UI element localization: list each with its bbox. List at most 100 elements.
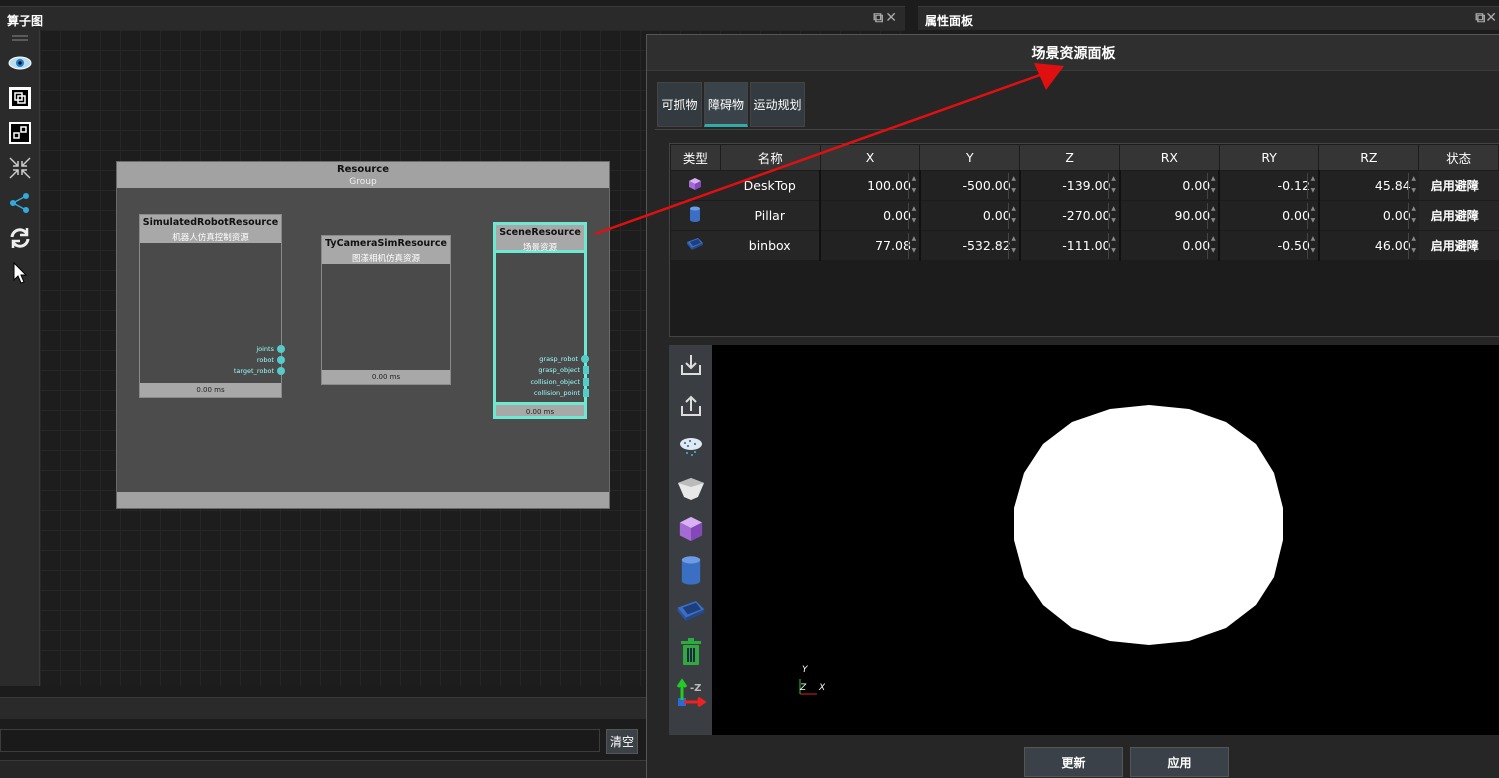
- dock-title-text: 算子图: [7, 14, 44, 28]
- graph-toolbar: [0, 30, 40, 686]
- cell-ry[interactable]: -0.50 ▲ ▼: [1218, 230, 1319, 261]
- axis-view-icon[interactable]: -Z: [676, 678, 706, 709]
- export-icon[interactable]: [676, 391, 706, 421]
- cell-x[interactable]: 77.08 ▲ ▼: [819, 230, 920, 261]
- apply-button[interactable]: 应用: [1130, 747, 1229, 777]
- port-grasp-robot[interactable]: grasp_robot: [539, 355, 589, 363]
- tab-content-border: [655, 129, 1499, 139]
- tab-obstacles[interactable]: 障碍物: [704, 82, 748, 127]
- grip-icon: [7, 32, 33, 44]
- port-grasp-object[interactable]: grasp_object: [538, 366, 589, 374]
- point-cloud-icon[interactable]: [676, 432, 706, 462]
- node-title: TyCameraSimResource: [325, 238, 447, 249]
- add-cube-icon[interactable]: [676, 514, 706, 544]
- cell-ry[interactable]: -0.12 ▲ ▼: [1218, 170, 1319, 201]
- cell-rz[interactable]: 45.84 ▲ ▼: [1317, 170, 1419, 201]
- port-robot[interactable]: robot: [257, 356, 285, 364]
- add-cylinder-icon[interactable]: [676, 555, 706, 585]
- group-header[interactable]: Resource Group: [117, 162, 609, 188]
- scene-resource-panel: 场景资源面板 可抓物 障碍物 运动规划 类型 名称 X Y Z RX RY RZ…: [646, 34, 1499, 778]
- node-timing: 0.00 ms: [322, 370, 450, 384]
- cell-z[interactable]: -111.00 ▲ ▼: [1018, 230, 1120, 261]
- cell-x[interactable]: 100.00 ▲ ▼: [819, 170, 920, 201]
- table-row[interactable]: Pillar 0.00 ▲ ▼ 0.00 ▲ ▼ -270.00 ▲ ▼ 90.00 ▲ ▼ 0…: [670, 200, 1499, 231]
- col-ry[interactable]: RY: [1218, 144, 1320, 171]
- eye-icon[interactable]: [7, 50, 33, 76]
- cell-y[interactable]: -532.82 ▲ ▼: [918, 230, 1020, 261]
- ungroup-icon[interactable]: [7, 120, 33, 146]
- axis-y-label: Y: [802, 665, 808, 675]
- col-status[interactable]: 状态: [1418, 144, 1499, 171]
- cell-ry[interactable]: 0.00 ▲ ▼: [1218, 200, 1319, 231]
- cell-status[interactable]: 启用避障: [1418, 230, 1499, 261]
- cell-name[interactable]: binbox: [720, 230, 821, 261]
- tycamera-sim-node[interactable]: TyCameraSimResource 图漾相机仿真资源 0.00 ms: [321, 235, 451, 385]
- port-joints[interactable]: joints: [256, 345, 285, 353]
- cell-z[interactable]: -139.00 ▲ ▼: [1018, 170, 1120, 201]
- cell-status[interactable]: 启用避障: [1418, 170, 1499, 201]
- col-x[interactable]: X: [819, 144, 921, 171]
- update-button[interactable]: 更新: [1024, 747, 1123, 777]
- float-icon[interactable]: ⧉: [1475, 10, 1485, 26]
- col-type[interactable]: 类型: [670, 144, 721, 171]
- cell-rz[interactable]: 46.00 ▲ ▼: [1317, 230, 1419, 261]
- node-subtitle: 机器人仿真控制资源: [172, 233, 249, 243]
- obstacle-table: 类型 名称 X Y Z RX RY RZ 状态 DeskTop 100.00 ▲ ▼…: [669, 143, 1499, 337]
- table-row[interactable]: binbox 77.08 ▲ ▼ -532.82 ▲ ▼ -111.00 ▲ ▼ 0.00 ▲…: [670, 230, 1499, 261]
- collapse-icon[interactable]: [7, 155, 33, 181]
- simulated-robot-node[interactable]: SimulatedRobotResource 机器人仿真控制资源 joints r…: [139, 214, 285, 398]
- port-target-robot[interactable]: target_robot: [234, 367, 285, 375]
- cube-icon: [670, 170, 721, 201]
- node-title: SceneResource: [499, 227, 581, 238]
- cell-rx[interactable]: 90.00 ▲ ▼: [1118, 200, 1220, 231]
- table-row[interactable]: DeskTop 100.00 ▲ ▼ -500.00 ▲ ▼ -139.00 ▲ ▼ 0.0…: [670, 170, 1499, 201]
- add-bin-icon[interactable]: [676, 596, 706, 626]
- cell-status[interactable]: 启用避障: [1418, 200, 1499, 231]
- group-subtitle: Group: [349, 177, 377, 187]
- cell-z[interactable]: -270.00 ▲ ▼: [1018, 200, 1120, 231]
- node-title: SimulatedRobotResource: [142, 217, 279, 228]
- tab-graspable[interactable]: 可抓物: [657, 82, 702, 127]
- group-title: Resource: [336, 164, 390, 175]
- resource-group-node[interactable]: Resource Group SimulatedRobotResource 机器人…: [116, 161, 610, 509]
- cell-rz[interactable]: 0.00 ▲ ▼: [1317, 200, 1419, 231]
- mesh-icon[interactable]: [676, 473, 706, 503]
- pillar-top-view: [1014, 405, 1283, 645]
- col-rz[interactable]: RZ: [1318, 144, 1420, 171]
- dock-title-text: 属性面板: [925, 14, 974, 28]
- node-subtitle: 图漾相机仿真资源: [351, 254, 420, 264]
- share-nodes-icon[interactable]: [7, 190, 33, 216]
- scene-resource-node[interactable]: SceneResource 场景资源 grasp_robot grasp_obje…: [493, 222, 589, 419]
- group-select-icon[interactable]: [7, 85, 33, 111]
- cell-x[interactable]: 0.00 ▲ ▼: [819, 200, 920, 231]
- 3d-viewport[interactable]: Y Z X: [712, 345, 1499, 735]
- col-z[interactable]: Z: [1019, 144, 1120, 171]
- delete-icon[interactable]: [676, 637, 706, 667]
- float-icon[interactable]: ⧉: [873, 10, 885, 26]
- import-icon[interactable]: [676, 350, 706, 380]
- col-rx[interactable]: RX: [1119, 144, 1220, 171]
- cell-y[interactable]: 0.00 ▲ ▼: [918, 200, 1020, 231]
- col-name[interactable]: 名称: [719, 144, 821, 171]
- node-timing: 0.00 ms: [496, 402, 584, 416]
- close-icon[interactable]: ✕: [885, 10, 899, 26]
- col-y[interactable]: Y: [919, 144, 1021, 171]
- close-icon[interactable]: ✕: [1485, 10, 1497, 26]
- cell-name[interactable]: DeskTop: [720, 170, 821, 201]
- pointer-icon[interactable]: [7, 260, 33, 286]
- log-input[interactable]: [0, 729, 600, 752]
- viewport-toolbar: -Z: [669, 345, 712, 735]
- svg-text:-Z: -Z: [690, 683, 701, 694]
- port-collision-point[interactable]: collision_point: [534, 389, 589, 397]
- refresh-icon[interactable]: [7, 225, 33, 251]
- clear-button[interactable]: 清空: [606, 729, 638, 754]
- node-timing: 0.00 ms: [140, 383, 281, 397]
- cell-rx[interactable]: 0.00 ▲ ▼: [1118, 170, 1220, 201]
- cell-y[interactable]: -500.00 ▲ ▼: [918, 170, 1020, 201]
- port-collision-object[interactable]: collision_object: [530, 378, 589, 386]
- cell-name[interactable]: Pillar: [720, 200, 821, 231]
- axis-x-label: X: [819, 683, 826, 693]
- panel-title: 场景资源面板: [647, 35, 1499, 71]
- cell-rx[interactable]: 0.00 ▲ ▼: [1118, 230, 1220, 261]
- tab-motion-planning[interactable]: 运动规划: [750, 82, 805, 127]
